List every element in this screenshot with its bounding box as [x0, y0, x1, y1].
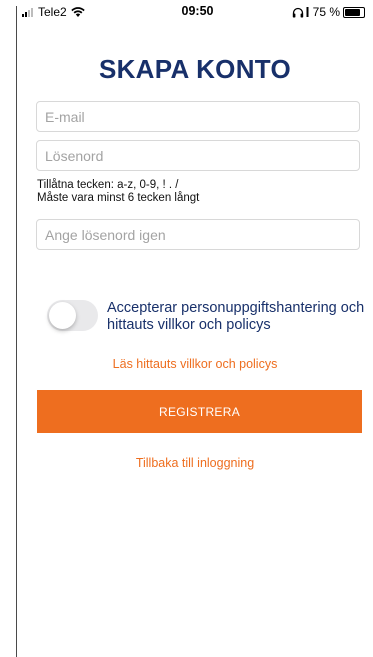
password-hint-min-length: Måste vara minst 6 tecken långt: [37, 192, 200, 204]
battery-percent: 75 %: [312, 5, 340, 19]
status-right: 75 %: [292, 5, 365, 19]
terms-link[interactable]: Läs hittauts villkor och policys: [17, 357, 373, 371]
page-title: SKAPA KONTO: [98, 54, 292, 84]
consent-label: Accepterar personuppgiftshantering och h…: [107, 300, 365, 333]
toggle-knob: [49, 302, 76, 329]
password-hint-allowed-chars: Tillåtna tecken: a-z, 0-9, ! . /: [37, 179, 179, 191]
back-to-login-link[interactable]: Tillbaka till inloggning: [17, 456, 373, 470]
consent-toggle[interactable]: [47, 300, 98, 331]
headphones-icon: [292, 7, 303, 17]
password-repeat-field[interactable]: [36, 219, 360, 250]
password-field[interactable]: [36, 140, 360, 171]
password-hint: Tillåtna tecken: a-z, 0-9, ! . / Måste v…: [37, 179, 199, 205]
charging-icon: [306, 7, 309, 17]
email-field[interactable]: [36, 101, 360, 132]
signup-screen: Tele2 09:50 75 % SKAPA KONTO Tillåtn: [0, 0, 373, 657]
screen-edge-divider: [16, 6, 17, 657]
battery-icon: [343, 6, 365, 18]
register-button[interactable]: REGISTRERA: [37, 390, 362, 433]
status-bar: Tele2 09:50 75 %: [22, 0, 373, 22]
